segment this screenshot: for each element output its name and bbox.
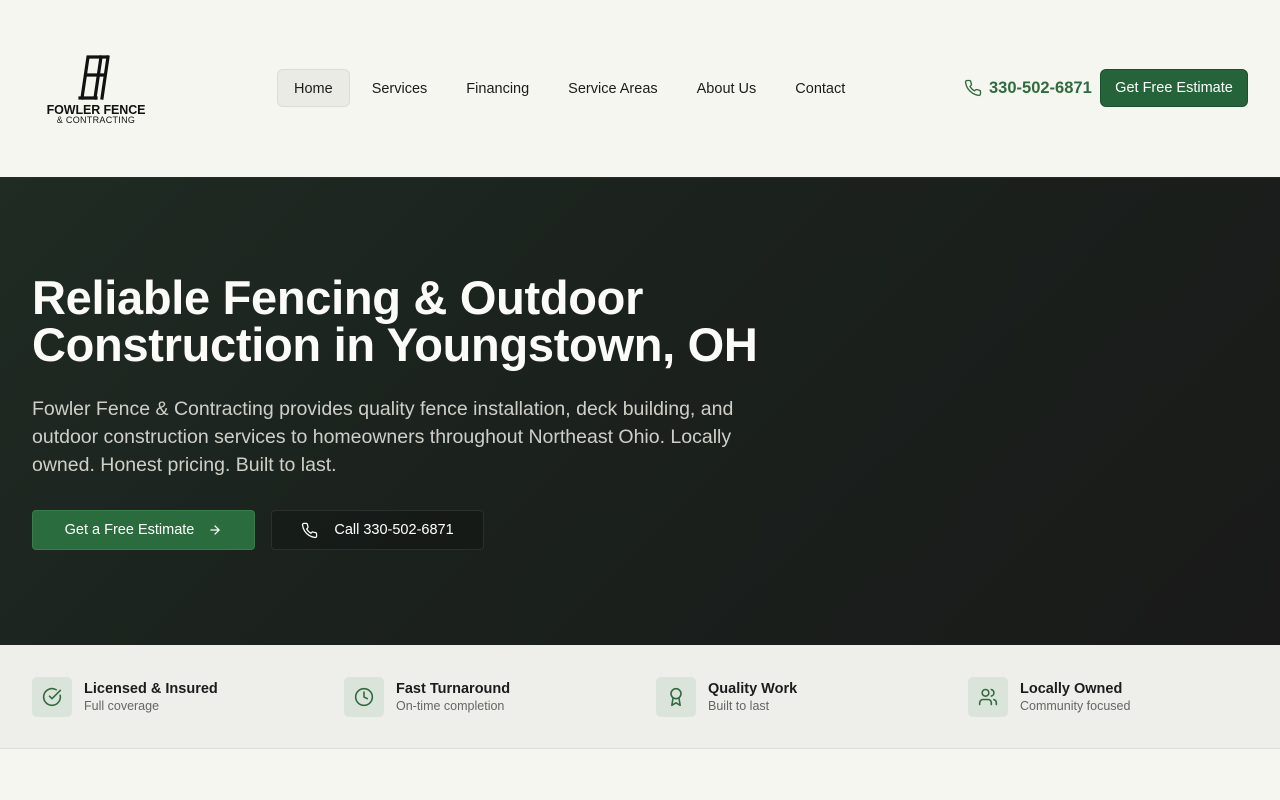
- feature-subtitle: Full coverage: [84, 698, 160, 713]
- phone-icon: [964, 79, 982, 97]
- hero-title: Reliable Fencing & Outdoor Construction …: [32, 274, 852, 368]
- arrow-right-icon: [210, 525, 221, 535]
- hero-section: Reliable Fencing & Outdoor Construction …: [0, 177, 1280, 645]
- site-header: FOWLER FENCE & CONTRACTING Home Services…: [0, 0, 1280, 176]
- feature-icon-box: [656, 677, 696, 717]
- hero-estimate-button[interactable]: Get a Free Estimate: [32, 510, 255, 550]
- hero-title-line-1: Reliable Fencing & Outdoor: [32, 271, 644, 324]
- check-circle-icon: [42, 687, 62, 707]
- hero-call-button[interactable]: Call 330-502-6871: [271, 510, 484, 550]
- feature-subtitle: Built to last: [708, 698, 770, 713]
- feature-title: Licensed & Insured: [84, 680, 218, 697]
- clock-icon: [354, 687, 374, 707]
- feature-item: Fast Turnaround On-time completion: [344, 677, 510, 717]
- feature-icon-box: [968, 677, 1008, 717]
- main-nav: Home Services Financing Service Areas Ab…: [277, 69, 867, 107]
- feature-item: Quality Work Built to last: [656, 677, 797, 717]
- header-phone-number: 330-502-6871: [989, 78, 1092, 97]
- nav-about-us[interactable]: About Us: [680, 69, 774, 107]
- nav-service-areas[interactable]: Service Areas: [551, 69, 674, 107]
- get-free-estimate-button[interactable]: Get Free Estimate: [1100, 69, 1248, 107]
- features-strip: Licensed & Insured Full coverage Fast Tu…: [0, 645, 1280, 749]
- feature-icon-box: [344, 677, 384, 717]
- award-icon: [670, 687, 682, 707]
- nav-financing[interactable]: Financing: [449, 69, 546, 107]
- nav-contact[interactable]: Contact: [778, 69, 862, 107]
- brand-logo[interactable]: FOWLER FENCE & CONTRACTING: [44, 54, 148, 128]
- users-icon: [978, 688, 998, 706]
- feature-title: Fast Turnaround: [396, 680, 511, 697]
- hero-title-line-2: Construction in Youngstown, OH: [32, 318, 758, 371]
- nav-services[interactable]: Services: [355, 69, 445, 107]
- feature-title: Quality Work: [708, 680, 798, 697]
- next-section: [0, 750, 1280, 800]
- feature-subtitle: On-time completion: [396, 698, 505, 713]
- feature-subtitle: Community focused: [1020, 698, 1131, 713]
- hero-estimate-label: Get a Free Estimate: [64, 522, 195, 538]
- fh-monogram-icon: [78, 55, 110, 100]
- feature-item: Licensed & Insured Full coverage: [32, 677, 218, 717]
- hero-call-label: Call 330-502-6871: [334, 522, 454, 538]
- nav-home[interactable]: Home: [277, 69, 350, 107]
- feature-title: Locally Owned: [1020, 680, 1123, 697]
- brand-subtitle: & CONTRACTING: [56, 115, 136, 125]
- phone-icon: [302, 522, 318, 538]
- feature-icon-box: [32, 677, 72, 717]
- hero-description: Fowler Fence & Contracting provides qual…: [32, 398, 734, 476]
- feature-item: Locally Owned Community focused: [968, 677, 1130, 717]
- header-phone-link[interactable]: 330-502-6871: [964, 77, 1092, 99]
